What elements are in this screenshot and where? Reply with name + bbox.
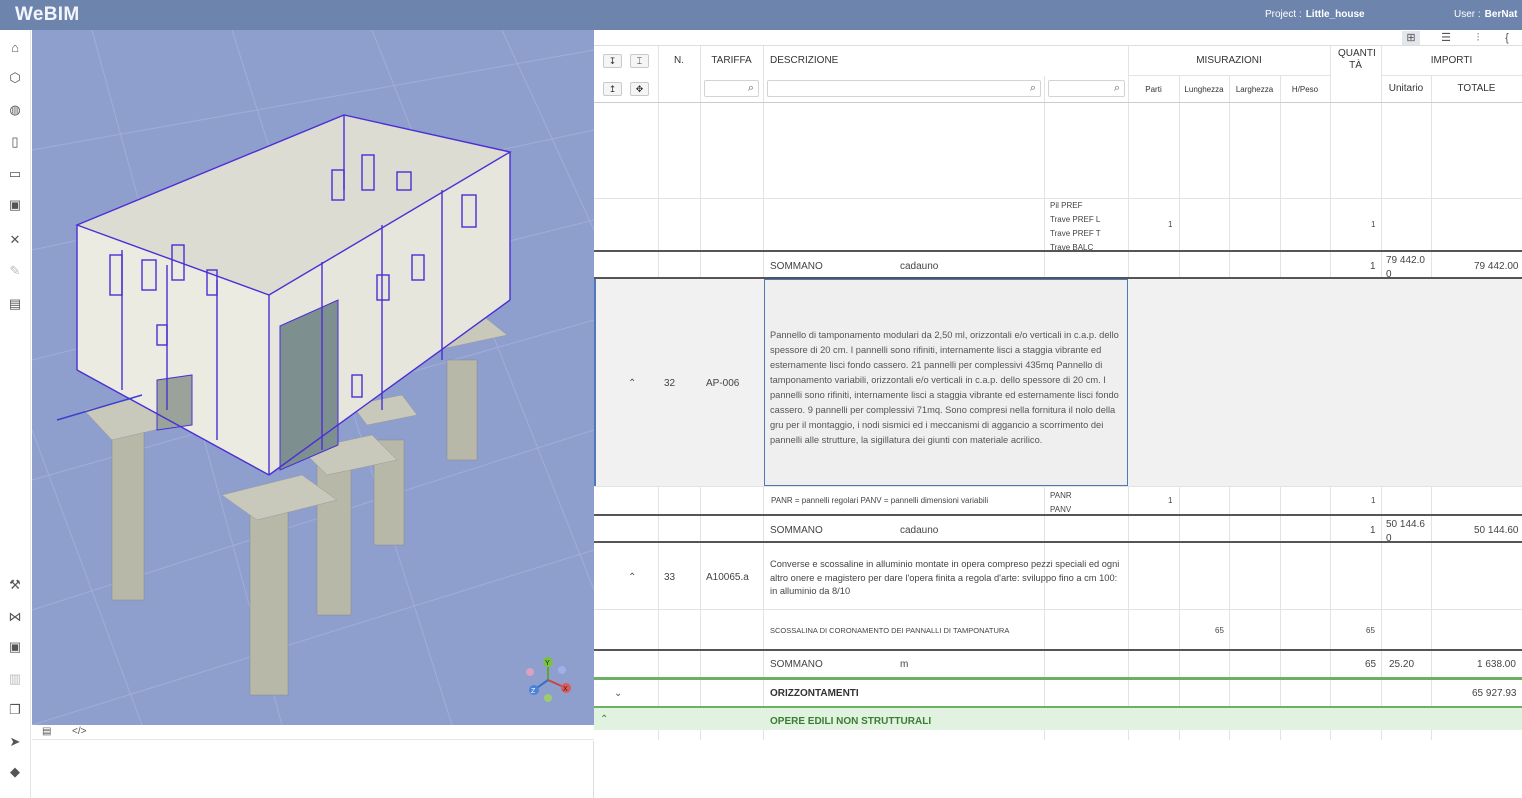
3d-scene[interactable]: Y X Z bbox=[32, 30, 594, 725]
sommano-unit: cadauno bbox=[900, 525, 939, 536]
chevron-up-icon[interactable]: ⌃ bbox=[628, 378, 636, 389]
brace-view-icon[interactable]: { bbox=[1498, 31, 1516, 45]
measure-note[interactable]: PANR = pannelli regolari PANV = pannelli… bbox=[771, 496, 988, 505]
header-larghezza[interactable]: Larghezza bbox=[1229, 85, 1280, 94]
sommano-unit: m bbox=[900, 659, 909, 670]
group-title[interactable]: ORIZZONTAMENTI bbox=[770, 688, 859, 699]
left-toolbar: ⌂ ⬡ ◍ ▯ ▭ ▣ ✕ ✎ ▤ ⚒ ⋈ ▣ ▥ ❐ ➤ ◆ bbox=[0, 30, 31, 798]
group-row[interactable] bbox=[594, 708, 1522, 730]
console-tabs: ▤ </> bbox=[32, 725, 594, 740]
sommano-totale: 1 638.00 bbox=[1477, 659, 1516, 670]
quantita-value[interactable]: 1 bbox=[1371, 496, 1375, 505]
parti-value[interactable]: 1 bbox=[1168, 496, 1172, 505]
collapse-all-icon[interactable]: ↥ bbox=[603, 82, 622, 96]
edit-disabled-icon: ✎ bbox=[9, 263, 21, 278]
measure-labels: Pil PREF Trave PREF L Trave PREF T Trave B… bbox=[1050, 201, 1101, 252]
sommano-quantita: 65 bbox=[1365, 659, 1377, 670]
save-icon[interactable]: ▣ bbox=[7, 639, 23, 655]
presentation-icon[interactable]: ▣ bbox=[7, 197, 23, 213]
list-tab-icon[interactable]: ▤ bbox=[42, 726, 51, 737]
description-editor[interactable]: Pannello di tamponamento modulari da 2,5… bbox=[764, 279, 1128, 486]
header-tariffa[interactable]: TARIFFA bbox=[700, 55, 763, 66]
project-info: Project : Little_house bbox=[1265, 9, 1365, 20]
header-parti[interactable]: Parti bbox=[1128, 85, 1179, 94]
move-icon[interactable]: ✥ bbox=[630, 82, 649, 96]
group-title[interactable]: OPERE EDILI NON STRUTTURALI bbox=[770, 716, 931, 727]
monitor-edit-icon[interactable]: ▭ bbox=[7, 166, 23, 182]
header-n[interactable]: N. bbox=[658, 55, 700, 66]
indent-view-icon[interactable]: ⫶ bbox=[1469, 31, 1487, 45]
console-body[interactable] bbox=[32, 741, 594, 798]
wrench-icon[interactable]: ⚒ bbox=[7, 577, 23, 593]
header-totale[interactable]: TOTALE bbox=[1431, 83, 1522, 94]
3d-viewer[interactable]: Y X Z bbox=[32, 30, 594, 725]
sommano-quantita: 1 bbox=[1370, 525, 1376, 536]
quantita-value[interactable]: 1 bbox=[1371, 220, 1375, 229]
list-view-icon[interactable]: ☰ bbox=[1437, 31, 1455, 45]
table-grid: ↧ ⌶ N. TARIFFA DESCRIZIONE MISURAZIONI Q… bbox=[594, 45, 1522, 740]
parti-value[interactable]: 1 bbox=[1168, 220, 1172, 229]
label-search-input[interactable]: ⌕ bbox=[1048, 80, 1125, 97]
axis-y-label: Y bbox=[545, 660, 550, 667]
measure-note[interactable]: SCOSSALINA DI CORONAMENTO DEI PANNALLI D… bbox=[770, 626, 1009, 635]
quantita-value[interactable]: 65 bbox=[1366, 626, 1375, 635]
document-icon[interactable]: ▤ bbox=[7, 296, 23, 312]
header-hpeso[interactable]: H/Peso bbox=[1280, 85, 1330, 94]
trash-disabled-icon: ▥ bbox=[8, 671, 22, 686]
copy-icon[interactable]: ❐ bbox=[7, 702, 23, 718]
chevron-up-icon[interactable]: ⌃ bbox=[628, 572, 636, 583]
sommano-label: SOMMANO bbox=[770, 659, 823, 670]
sommano-totale: 50 144.60 bbox=[1474, 525, 1519, 536]
cube-icon[interactable]: ⬡ bbox=[7, 70, 23, 86]
header-descrizione[interactable]: DESCRIZIONE bbox=[770, 55, 838, 66]
axis-x-label: X bbox=[563, 686, 568, 693]
sommano-unitario: 25.20 bbox=[1389, 659, 1415, 670]
header-lunghezza[interactable]: Lunghezza bbox=[1179, 85, 1229, 94]
search-icon: ⌕ bbox=[747, 82, 754, 94]
bill-of-quantities-panel: ⊞ ☰ ⫶ { ↧ ⌶ N. TARIFFA DESCRIZIONE MISUR… bbox=[594, 30, 1522, 798]
chevron-up-icon[interactable]: ⌃ bbox=[600, 714, 608, 725]
measure-labels: PANR PANV bbox=[1050, 491, 1072, 514]
sommano-totale: 79 442.00 bbox=[1474, 261, 1519, 272]
header-unitario[interactable]: Unitario bbox=[1381, 83, 1431, 94]
header-quantita[interactable]: QUANTI TÀ bbox=[1330, 48, 1381, 72]
search-icon: ⌕ bbox=[1113, 82, 1120, 94]
header-importi: IMPORTI bbox=[1430, 55, 1473, 66]
chevron-down-icon[interactable]: ⌄ bbox=[614, 688, 622, 699]
tools-icon[interactable]: ✕ bbox=[7, 232, 23, 248]
globe-icon[interactable]: ◍ bbox=[7, 102, 23, 118]
axis-gizmo-icon[interactable]: Y X Z bbox=[526, 657, 571, 702]
sommano-unit: cadauno bbox=[900, 261, 939, 272]
search-icon: ⌕ bbox=[1029, 82, 1036, 94]
door-icon[interactable]: ▯ bbox=[7, 134, 23, 150]
tree-view-icon[interactable]: ⊞ bbox=[1402, 31, 1420, 45]
sommano-label: SOMMANO bbox=[770, 261, 823, 272]
top-bar: WeBIM Project : Little_house User : BerNat bbox=[0, 0, 1522, 30]
header-misurazioni: MISURAZIONI bbox=[1196, 55, 1262, 66]
fit-rows-icon[interactable]: ⌶ bbox=[630, 54, 649, 68]
code-tab[interactable]: </> bbox=[72, 726, 86, 737]
vscode-icon[interactable]: ⋈ bbox=[7, 609, 23, 625]
sommano-quantita: 1 bbox=[1370, 261, 1376, 272]
item-description[interactable]: Converse e scossaline in alluminio monta… bbox=[770, 558, 1126, 599]
building-icon[interactable]: ⌂ bbox=[7, 40, 23, 56]
project-name[interactable]: Little_house bbox=[1306, 9, 1365, 20]
item-number[interactable]: 32 bbox=[664, 378, 675, 389]
sommano-label: SOMMANO bbox=[770, 525, 823, 536]
item-tariffa[interactable]: AP-006 bbox=[706, 378, 739, 389]
descrizione-search-input[interactable]: ⌕ bbox=[767, 80, 1041, 97]
expand-all-icon[interactable]: ↧ bbox=[603, 54, 622, 68]
lunghezza-value[interactable]: 65 bbox=[1215, 626, 1224, 635]
item-number[interactable]: 33 bbox=[664, 572, 675, 583]
tariffa-search-input[interactable]: ⌕ bbox=[704, 80, 759, 97]
item-tariffa[interactable]: A10065.a bbox=[706, 572, 749, 583]
app-logo: WeBIM bbox=[15, 4, 80, 25]
view-mode-buttons: ⊞ ☰ ⫶ { bbox=[1402, 30, 1522, 46]
group-totale: 65 927.93 bbox=[1472, 688, 1517, 699]
tag-icon[interactable]: ◆ bbox=[7, 764, 23, 780]
send-icon[interactable]: ➤ bbox=[7, 734, 23, 750]
axis-z-label: Z bbox=[531, 688, 536, 695]
user-name[interactable]: BerNat bbox=[1485, 9, 1518, 20]
user-info: User : BerNat bbox=[1454, 9, 1518, 20]
